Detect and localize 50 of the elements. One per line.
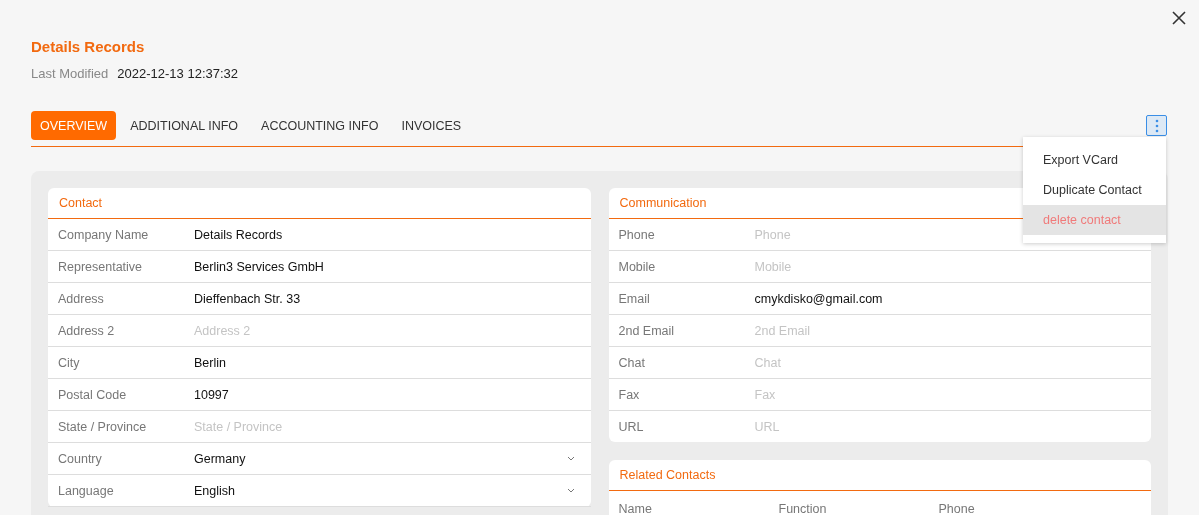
select-field[interactable]: English	[194, 480, 581, 501]
field-label: State / Province	[58, 419, 148, 434]
input-field[interactable]: Mobile	[754, 256, 1141, 277]
input-field[interactable]: 2nd Email	[754, 320, 1141, 341]
modified-value: 2022-12-13 12:37:32	[117, 66, 239, 82]
field-label: City	[58, 355, 81, 370]
field-label: Representative	[58, 259, 144, 274]
chevron-icon	[566, 456, 575, 461]
input-field[interactable]: Chat	[754, 352, 1141, 373]
field-label: Fax	[618, 387, 641, 402]
input-field[interactable]: State / Province	[194, 416, 581, 437]
menu-item[interactable]: Duplicate Contact	[1023, 175, 1166, 205]
field-label: URL	[618, 419, 645, 434]
field-label: Email	[618, 291, 651, 306]
field-label: Country	[58, 451, 103, 466]
input-field[interactable]: Berlin3 Services GmbH	[194, 256, 581, 277]
input-field[interactable]: Details Records	[194, 224, 581, 245]
input-field[interactable]: Berlin	[194, 352, 581, 373]
field-label: 2nd Email	[618, 323, 676, 338]
menu-item[interactable]: Export VCard	[1023, 145, 1166, 175]
input-field[interactable]: Address 2	[194, 320, 581, 341]
input-field[interactable]: URL	[754, 416, 1141, 437]
field-label: Language	[58, 483, 115, 498]
card-title: Related Contacts	[608, 460, 1151, 491]
select-field[interactable]: Germany	[194, 448, 581, 469]
card-title: Contact	[48, 188, 591, 219]
more-button[interactable]	[1146, 115, 1167, 136]
close-button[interactable]	[1171, 10, 1187, 26]
chevron-icon	[566, 488, 575, 493]
field-label: Mobile	[618, 259, 657, 274]
modified-label: Last Modified	[31, 66, 109, 82]
field-label: Company Name	[58, 227, 150, 242]
kebab-icon	[1154, 118, 1159, 133]
field-label: Postal Code	[58, 387, 128, 402]
field-label: Address	[58, 291, 105, 306]
column-header: Function	[778, 502, 828, 515]
input-field[interactable]: cmykdisko@gmail.com	[754, 288, 1141, 309]
column-header: Phone	[938, 502, 976, 515]
input-field[interactable]: 10997	[194, 384, 581, 405]
page-title: Details Records	[31, 37, 146, 56]
tab[interactable]: ACCOUNTING INFO	[252, 111, 388, 140]
tab[interactable]: INVOICES	[392, 111, 471, 140]
column-header: Name	[618, 502, 653, 515]
tab[interactable]: ADDITIONAL INFO	[121, 111, 248, 140]
field-label: Chat	[618, 355, 646, 370]
input-field[interactable]: Fax	[754, 384, 1141, 405]
field-label: Phone	[618, 227, 656, 242]
field-label: Address 2	[58, 323, 116, 338]
close-icon	[1171, 10, 1187, 26]
input-field[interactable]: Dieffenbach Str. 33	[194, 288, 581, 309]
